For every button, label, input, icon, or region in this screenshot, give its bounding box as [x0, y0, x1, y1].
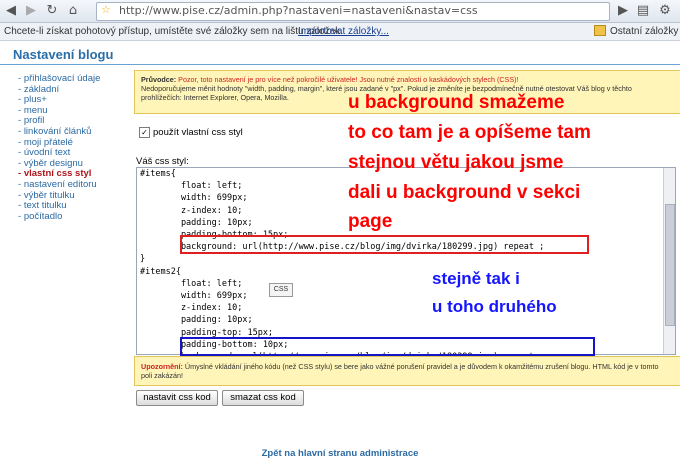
- use-custom-css-checkbox[interactable]: ✓: [139, 127, 150, 138]
- editor-scrollbar[interactable]: [663, 168, 675, 354]
- notice-label: Upozornění:: [141, 362, 183, 371]
- sidebar-item-counter[interactable]: - počítadlo: [18, 211, 133, 223]
- editor-label: Váš css styl:: [136, 156, 189, 167]
- browser-toolbar: ◀ ▶ ↻ ⌂ ☆ http://www.pise.cz/admin.php?n…: [0, 0, 680, 23]
- annotation-red-line-3: stejnou větu jakou jsme: [348, 152, 564, 173]
- page-menu-icon[interactable]: ▤: [634, 2, 652, 20]
- scrollbar-thumb[interactable]: [665, 204, 675, 326]
- star-icon[interactable]: ☆: [101, 3, 111, 16]
- page-title: Nastavení blogu: [13, 47, 114, 62]
- title-divider: [0, 64, 680, 65]
- forward-icon[interactable]: ▶: [22, 2, 40, 20]
- annotation-red-line-5: page: [348, 211, 393, 232]
- highlight-box-blue: [180, 337, 595, 356]
- back-to-admin-link[interactable]: Zpět na hlavní stranu administrace: [0, 448, 680, 459]
- settings-sidebar: - přihlašovací údaje - základní - plus+ …: [18, 73, 133, 223]
- set-css-button[interactable]: nastavit css kod: [136, 390, 218, 406]
- wrench-icon[interactable]: ⚙: [656, 2, 674, 20]
- delete-css-button[interactable]: smazat css kod: [222, 390, 304, 406]
- import-bookmarks-link[interactable]: Importovat záložky...: [298, 26, 389, 37]
- notice-text-2: poli zakázán!: [141, 371, 183, 380]
- warning-label: Průvodce:: [141, 75, 177, 84]
- url-text: http://www.pise.cz/admin.php?nastaveni=n…: [119, 4, 478, 17]
- highlight-box-red: [180, 235, 589, 254]
- annotation-blue-line-2: u toho druhého: [432, 297, 557, 316]
- folder-icon: [594, 25, 606, 36]
- other-bookmarks[interactable]: Ostatní záložky: [610, 26, 678, 37]
- annotation-red-line-2: to co tam je a opíšeme tam: [348, 122, 591, 143]
- play-icon[interactable]: ▶: [614, 2, 632, 20]
- annotation-red-line-4: dali u background v sekci: [348, 182, 581, 203]
- address-bar[interactable]: ☆ http://www.pise.cz/admin.php?nastaveni…: [96, 2, 610, 21]
- home-icon[interactable]: ⌂: [64, 2, 82, 20]
- annotation-red-line-1: u background smažeme: [348, 92, 565, 113]
- notice-box: Upozornění: Úmyslné vkládání jiného kódu…: [134, 356, 680, 386]
- bookmark-prompt: Chcete-li získat pohotový přístup, umíst…: [4, 26, 344, 37]
- warning-line-3: prohlížečích: Internet Explorer, Opera, …: [141, 93, 289, 102]
- checkbox-label: použít vlastní css styl: [153, 127, 243, 138]
- reload-icon[interactable]: ↻: [43, 2, 61, 20]
- annotation-blue-line-1: stejně tak i: [432, 269, 520, 288]
- back-icon[interactable]: ◀: [2, 2, 20, 20]
- warning-highlight: Pozor, toto nastavení je pro více než po…: [178, 75, 519, 84]
- bookmark-bar: Chcete-li získat pohotový přístup, umíst…: [0, 23, 680, 41]
- notice-text: Úmyslné vkládání jiného kódu (než CSS st…: [184, 362, 659, 371]
- css-tooltip: CSS: [269, 283, 293, 297]
